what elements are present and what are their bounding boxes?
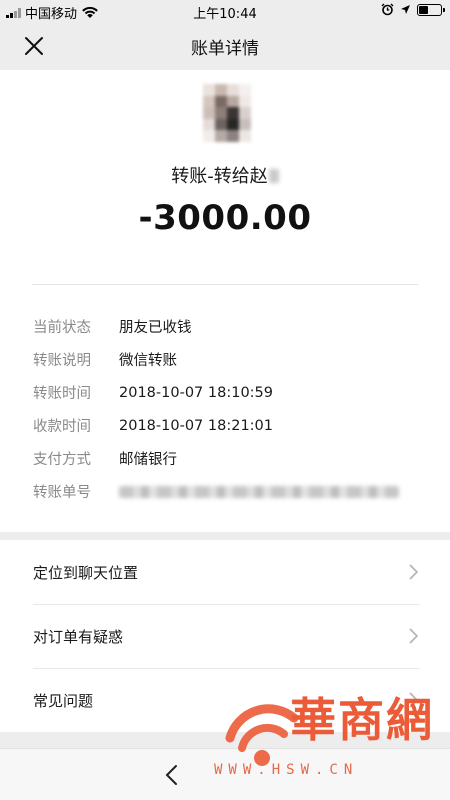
transfer-card: 转账-转给赵 -3000.00 当前状态 朋友已收钱 转账说明 微信转账 转账时… [0, 70, 450, 532]
menu-item-label: 对订单有疑惑 [33, 627, 124, 646]
menu-item-label: 常见问题 [33, 691, 94, 710]
back-arrow-icon[interactable] [162, 763, 182, 787]
battery-icon [417, 3, 445, 16]
detail-value: 微信转账 [119, 353, 177, 369]
detail-value: 2018-10-07 18:21:01 [119, 417, 273, 434]
detail-row-status: 当前状态 朋友已收钱 [33, 310, 423, 343]
detail-row-note: 转账说明 微信转账 [33, 343, 423, 376]
avatar [203, 84, 251, 142]
detail-value: 2018-10-07 18:10:59 [119, 384, 273, 401]
transfer-title-text: 转账-转给赵 [171, 166, 268, 187]
detail-label: 当前状态 [33, 320, 91, 336]
blurred-name [268, 169, 279, 183]
transfer-amount: -3000.00 [138, 198, 312, 238]
detail-row-payment-method: 支付方式 邮储银行 [33, 442, 423, 475]
transfer-title: 转账-转给赵 [0, 162, 450, 188]
detail-label: 收款时间 [33, 419, 91, 435]
status-bar: 中国移动 上午10:44 [0, 0, 450, 22]
detail-value: 邮储银行 [119, 452, 177, 468]
divider [32, 284, 418, 285]
detail-row-receive-time: 收款时间 2018-10-07 18:21:01 [33, 409, 423, 442]
watermark-url: WWW.HSW.CN [214, 762, 359, 778]
details-list: 当前状态 朋友已收钱 转账说明 微信转账 转账时间 2018-10-07 18:… [33, 310, 423, 508]
battery-level [419, 5, 429, 14]
status-right [381, 3, 445, 16]
chevron-right-icon [409, 628, 418, 644]
menu-item-label: 定位到聊天位置 [33, 563, 139, 582]
location-icon [401, 5, 410, 14]
watermark-brand: 華商網 [290, 693, 434, 747]
menu-item-order-question[interactable]: 对订单有疑惑 [0, 604, 450, 668]
detail-value: 朋友已收钱 [119, 320, 192, 336]
detail-row-transfer-time: 转账时间 2018-10-07 18:10:59 [33, 376, 423, 409]
detail-row-order-number: 转账单号 [33, 475, 423, 508]
alarm-icon [381, 3, 394, 16]
detail-label: 转账说明 [33, 353, 91, 369]
chevron-right-icon [409, 564, 418, 580]
nav-bar: 账单详情 [0, 22, 450, 70]
detail-label: 转账时间 [33, 386, 91, 402]
menu-item-locate-chat[interactable]: 定位到聊天位置 [0, 540, 450, 604]
blurred-order-number [119, 485, 399, 498]
page-title: 账单详情 [191, 39, 259, 59]
detail-label: 转账单号 [33, 485, 91, 501]
detail-label: 支付方式 [33, 452, 91, 468]
